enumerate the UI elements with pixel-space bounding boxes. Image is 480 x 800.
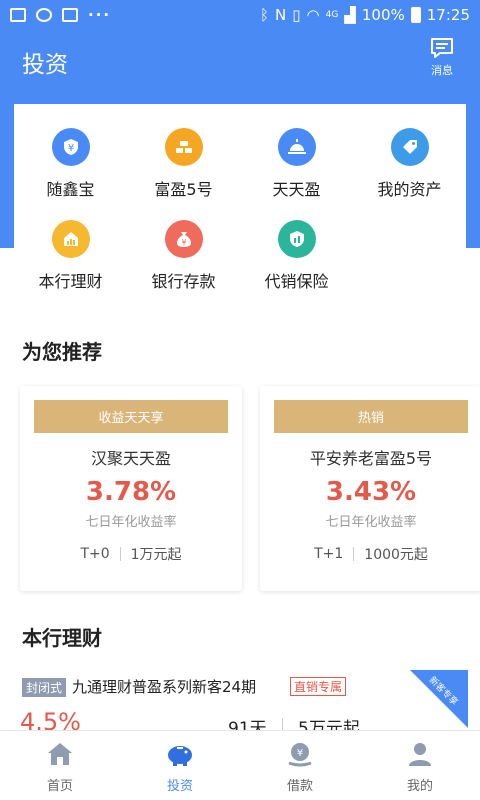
menu-item-label: 代销保险 [264, 272, 329, 291]
product-type-badge: 封闭式 [22, 678, 67, 697]
sunrise-icon [277, 128, 316, 166]
recommend-card-term: T+1 [314, 546, 344, 562]
recommend-card[interactable]: 收益天天享 汉聚天天盈 3.78% 七日年化收益率 T+0 1万元起 [20, 386, 242, 591]
recommend-section-title: 为您推荐 [22, 340, 102, 364]
menu-item-suixinbao[interactable]: ¥ 随鑫宝 [14, 128, 127, 200]
product-name: 九通理财普盈系列新客24期 [72, 678, 257, 696]
piggy-bank-icon [168, 746, 192, 766]
divider [353, 547, 355, 561]
nav-item-home[interactable]: 首页 [0, 731, 120, 800]
message-icon [431, 38, 453, 58]
menu-item-my-assets[interactable]: 我的资产 [353, 128, 466, 200]
nfc-icon: N [275, 6, 287, 24]
recommend-card-rate: 3.43% [325, 477, 417, 507]
recommend-card-rate-label: 七日年化收益率 [85, 515, 177, 530]
menu-item-label: 本行理财 [38, 272, 103, 291]
vibrate-icon: ▯ [292, 6, 301, 24]
app-notification-icon [62, 8, 78, 22]
recommend-card[interactable]: 热销 平安养老富盈5号 3.43% 七日年化收益率 T+1 1000元起 [260, 386, 480, 591]
gallery-notification-icon [10, 8, 26, 22]
message-label: 消息 [431, 64, 453, 77]
menu-card: ¥ 随鑫宝 富盈5号 天天盈 我的资产 本行理财 ¥ 银行存款 代销保险 [14, 104, 466, 300]
nav-label: 我的 [406, 779, 433, 794]
money-bag-icon: ¥ [164, 220, 203, 258]
more-notifications-icon: ··· [88, 6, 112, 24]
svg-text:¥: ¥ [181, 238, 186, 247]
nav-item-loan[interactable]: ¥ 借款 [240, 731, 360, 800]
status-bar: ··· ᛒ N ▯ ◠ 4G ▟ 100% 17:25 [0, 0, 480, 30]
globe-notification-icon [36, 8, 52, 22]
recommend-card-term: T+0 [80, 546, 110, 562]
recommend-card-terms: T+1 1000元起 [260, 544, 480, 564]
product-channel-tag: 直销专属 [290, 677, 347, 696]
recommend-card-name: 平安养老富盈5号 [309, 449, 433, 468]
recommend-card-terms: T+0 1万元起 [20, 544, 242, 564]
gold-bar-icon [164, 128, 203, 166]
svg-text:¥: ¥ [297, 748, 303, 759]
recommend-card-name: 汉聚天天盈 [90, 449, 171, 468]
nav-label: 借款 [286, 779, 313, 794]
recommend-card-min: 1000元起 [364, 547, 428, 563]
svg-text:¥: ¥ [67, 143, 73, 154]
recommend-card-tag: 热销 [274, 400, 468, 433]
nav-label: 投资 [166, 779, 193, 794]
menu-item-label: 天天盈 [272, 180, 321, 199]
page-title: 投资 [22, 52, 68, 78]
wifi-icon: ◠ [306, 6, 320, 24]
nav-label: 首页 [46, 779, 73, 794]
bluetooth-icon: ᛒ [260, 6, 270, 24]
chart-house-icon [51, 220, 90, 258]
tag-icon [390, 128, 429, 166]
divider [119, 547, 121, 561]
battery-icon [410, 7, 421, 23]
menu-item-tiantianying[interactable]: 天天盈 [240, 128, 353, 200]
nav-item-mine[interactable]: 我的 [360, 731, 480, 800]
signal-icon: ▟ [344, 6, 356, 24]
yen-shield-icon: ¥ [51, 128, 90, 166]
loan-icon: ¥ [288, 743, 312, 767]
bottom-nav: 首页 投资 ¥ 借款 我的 [0, 730, 480, 800]
shield-icon [277, 220, 316, 258]
recommend-card-min: 1万元起 [130, 547, 182, 563]
nav-item-invest[interactable]: 投资 [120, 731, 240, 800]
message-button[interactable]: 消息 [424, 36, 460, 80]
user-icon [409, 743, 431, 766]
bank-products-section-title: 本行理财 [22, 626, 102, 650]
product-list-item[interactable]: 封闭式 九通理财普盈系列新客24期 直销专属 新客专享 4.5% 91天 5万元… [0, 668, 480, 739]
menu-item-label: 银行存款 [151, 272, 216, 291]
menu-item-label: 随鑫宝 [46, 180, 95, 199]
network-type: 4G [325, 10, 339, 20]
new-customer-corner-badge: 新客专享 [410, 670, 468, 728]
menu-item-label: 富盈5号 [154, 180, 213, 199]
recommend-card-tag: 收益天天享 [34, 400, 228, 433]
clock: 17:25 [426, 6, 470, 24]
recommend-card-rate-label: 七日年化收益率 [325, 515, 417, 530]
battery-percent: 100% [361, 6, 405, 24]
recommend-card-rate: 3.78% [85, 477, 177, 507]
menu-item-bank-wealth[interactable]: 本行理财 [14, 220, 127, 292]
menu-item-label: 我的资产 [377, 180, 442, 199]
home-icon [48, 743, 72, 765]
menu-item-bank-deposit[interactable]: ¥ 银行存款 [127, 220, 240, 292]
menu-item-insurance[interactable]: 代销保险 [240, 220, 353, 292]
menu-item-fuying5[interactable]: 富盈5号 [127, 128, 240, 200]
